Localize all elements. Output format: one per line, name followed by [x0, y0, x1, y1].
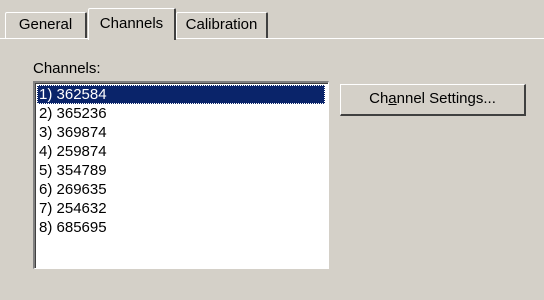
list-item[interactable]: 1) 362584 [37, 85, 325, 104]
channels-listbox[interactable]: 1) 362584 2) 365236 3) 369874 4) 259874 … [33, 81, 329, 269]
list-item[interactable]: 6) 269635 [37, 180, 325, 199]
list-item[interactable]: 4) 259874 [37, 142, 325, 161]
channels-label: Channels: [33, 60, 101, 77]
tab-strip: General Channels Calibration [0, 0, 544, 40]
list-item[interactable]: 5) 354789 [37, 161, 325, 180]
tab-channels-label: Channels [99, 15, 164, 32]
list-item[interactable]: 3) 369874 [37, 123, 325, 142]
list-item[interactable]: 8) 685695 [37, 218, 325, 237]
channel-settings-button[interactable]: Channel Settings... [340, 84, 526, 116]
tab-calibration[interactable]: Calibration [176, 12, 268, 38]
button-label-mnemonic: a [388, 90, 397, 107]
tab-channels[interactable]: Channels [88, 8, 176, 40]
button-label-start: Ch [369, 90, 389, 107]
button-label-end: nnel Settings... [396, 90, 496, 107]
tab-general-label: General [18, 16, 73, 33]
tab-calibration-label: Calibration [185, 16, 258, 33]
list-item[interactable]: 2) 365236 [37, 104, 325, 123]
list-item[interactable]: 7) 254632 [37, 199, 325, 218]
tab-general[interactable]: General [5, 12, 87, 38]
